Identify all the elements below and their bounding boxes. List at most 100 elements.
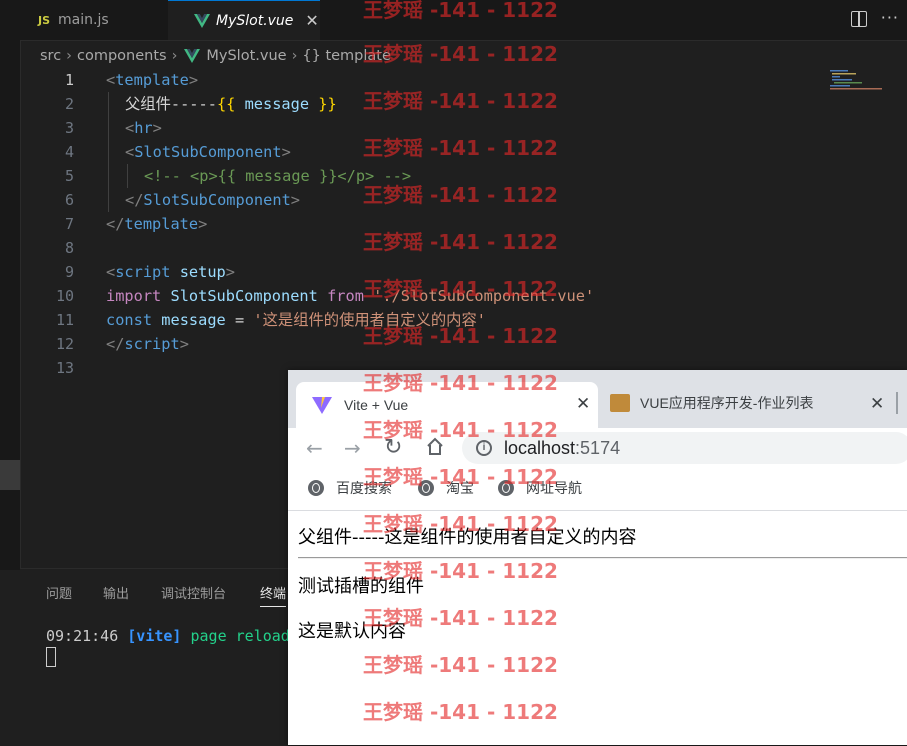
browser-toolbar: ← → ↻ i localhost:5174 — [288, 428, 907, 468]
close-icon[interactable]: ✕ — [576, 394, 590, 414]
code-line: 3 <hr> — [20, 116, 907, 140]
sidebar-edge — [0, 40, 21, 570]
more-actions-icon[interactable]: ··· — [881, 8, 899, 27]
reload-icon[interactable]: ↻ — [384, 437, 402, 459]
chevron-right-icon: › — [291, 48, 298, 64]
line-number: 6 — [64, 191, 74, 209]
browser-tab-strip: Vite + Vue ✕ VUE应用程序开发-作业列表 ✕ — [288, 370, 907, 428]
code-token: template — [115, 71, 189, 89]
breadcrumb-item-components[interactable]: components — [77, 48, 167, 64]
code-line: 11 const message = '这是组件的使用者自定义的内容' — [20, 308, 907, 332]
terminal-tag: [vite] — [127, 627, 182, 645]
code-line: 1 <template> — [20, 68, 907, 92]
home-icon[interactable] — [425, 437, 445, 457]
line-number: 7 — [64, 215, 74, 233]
page-heading: 父组件-----这是组件的使用者自定义的内容 — [298, 527, 637, 548]
bookmark-label: 淘宝 — [446, 480, 474, 496]
line-number: 5 — [64, 167, 74, 185]
line-number: 1 — [64, 71, 74, 89]
terminal-message: page reload — [190, 627, 290, 645]
panel-tab-problems[interactable]: 问题 — [46, 583, 72, 602]
browser-window: Vite + Vue ✕ VUE应用程序开发-作业列表 ✕ ← → ↻ i lo… — [288, 370, 907, 745]
close-icon[interactable]: ✕ — [305, 11, 318, 30]
bookmark-nav[interactable]: 网址导航 — [498, 478, 582, 498]
code-token: {{ — [216, 95, 236, 113]
code-token: script — [115, 263, 171, 281]
code-token: hr — [134, 119, 153, 137]
browser-tab-vite[interactable]: Vite + Vue ✕ — [296, 382, 598, 428]
bookmarks-bar: 百度搜索 淘宝 网址导航 — [288, 468, 907, 511]
tab-main-js[interactable]: JS main.js — [0, 0, 168, 40]
chevron-right-icon: › — [171, 48, 178, 64]
code-token: SlotSubComponent — [170, 287, 318, 305]
horizontal-rule — [298, 557, 907, 559]
code-token: from — [327, 287, 364, 305]
panel-tab-output[interactable]: 输出 — [103, 583, 129, 602]
code-line: 12 </script> — [20, 332, 907, 356]
breadcrumb: src › components › MySlot.vue › {} templ… — [40, 44, 391, 68]
tab-label: MySlot.vue — [216, 12, 294, 29]
code-token: 父组件----- — [125, 95, 217, 113]
browser-tab-title: Vite + Vue — [344, 397, 409, 413]
code-token: = — [225, 311, 254, 329]
info-icon[interactable]: i — [476, 440, 492, 456]
code-token: template — [124, 215, 199, 233]
sidebar-scroll-indicator — [0, 460, 20, 490]
globe-icon — [498, 480, 514, 496]
line-number: 4 — [64, 143, 74, 161]
bookmark-taobao[interactable]: 淘宝 — [418, 478, 474, 498]
line-number: 12 — [55, 335, 74, 353]
url-host: localhost — [504, 437, 576, 458]
globe-icon — [418, 480, 434, 496]
code-token: message — [235, 95, 319, 113]
bookmark-baidu[interactable]: 百度搜索 — [308, 478, 392, 498]
address-bar[interactable]: i localhost:5174 — [462, 432, 907, 464]
code-token: message — [161, 311, 226, 329]
code-token: import — [106, 287, 162, 305]
globe-icon — [308, 480, 324, 496]
slot-title: 测试插槽的组件 — [298, 576, 424, 597]
breadcrumb-item-file[interactable]: MySlot.vue — [206, 48, 286, 64]
code-token: SlotSubComponent — [134, 143, 282, 161]
code-line: 10 import SlotSubComponent from './SlotS… — [20, 284, 907, 308]
line-number: 13 — [55, 359, 74, 377]
code-line: 4 <SlotSubComponent> — [20, 140, 907, 164]
panel-tab-terminal[interactable]: 终端 — [260, 583, 287, 607]
editor-tab-bar: JS main.js MySlot.vue ✕ ··· — [0, 0, 907, 41]
vue-file-icon — [184, 49, 201, 63]
forward-arrow-icon[interactable]: → — [344, 438, 361, 458]
terminal-output[interactable]: 09:21:46 [vite] page reload — [46, 627, 290, 645]
line-number: 8 — [64, 239, 74, 257]
tab-myslot-vue[interactable]: MySlot.vue ✕ — [168, 0, 320, 40]
line-number: 9 — [64, 263, 74, 281]
code-token: './SlotSubComponent.vue' — [373, 287, 595, 305]
browser-tab-title: VUE应用程序开发-作业列表 — [640, 395, 814, 411]
panel-tab-debug-console[interactable]: 调试控制台 — [161, 583, 226, 602]
code-token: setup — [179, 263, 226, 281]
tab-label: main.js — [58, 12, 109, 28]
breadcrumb-item-src[interactable]: src — [40, 48, 61, 64]
terminal-cursor — [46, 647, 56, 667]
back-arrow-icon[interactable]: ← — [306, 438, 323, 458]
code-token: '这是组件的使用者自定义的内容' — [253, 311, 486, 329]
url-port: :5174 — [575, 437, 621, 458]
line-number: 3 — [64, 119, 74, 137]
line-number: 2 — [64, 95, 74, 113]
line-number: 11 — [55, 311, 74, 329]
minimap[interactable] — [825, 70, 885, 92]
code-line: 5 <!-- <p>{{ message }}</p> --> — [20, 164, 907, 188]
split-editor-icon[interactable] — [851, 11, 867, 27]
vite-logo-icon — [312, 397, 332, 414]
tab-separator — [896, 392, 898, 414]
code-line: 9 <script setup> — [20, 260, 907, 284]
code-comment: <!-- <p>{{ message }}</p> --> — [144, 167, 412, 185]
terminal-time: 09:21:46 — [46, 627, 119, 645]
code-token: }} — [318, 95, 337, 113]
line-number: 10 — [55, 287, 74, 305]
browser-tab-homework[interactable]: VUE应用程序开发-作业列表 ✕ — [610, 384, 900, 422]
code-token: SlotSubComponent — [143, 191, 291, 209]
close-icon[interactable]: ✕ — [870, 394, 884, 414]
js-file-icon: JS — [38, 13, 51, 27]
code-line: 2 父组件-----{{ message }} — [20, 92, 907, 116]
breadcrumb-item-symbol[interactable]: {} template — [302, 48, 391, 64]
